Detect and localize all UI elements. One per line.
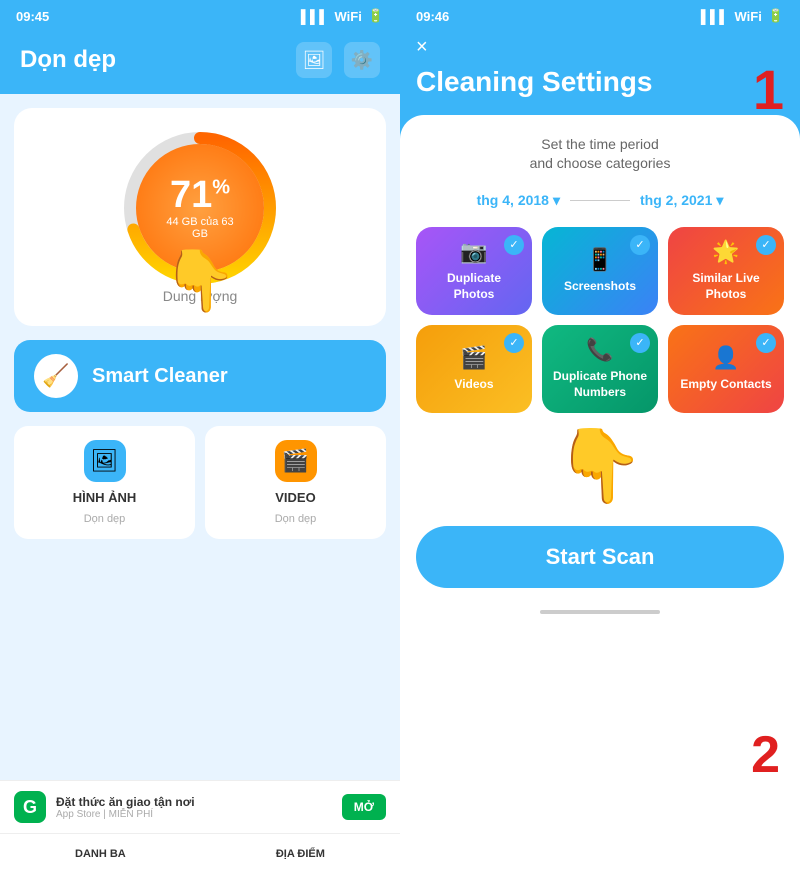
ad-logo: G bbox=[14, 791, 46, 823]
bottom-tabs: DANH BA ĐỊA ĐIỂM bbox=[0, 833, 400, 873]
tab-dia-diem[interactable]: ĐỊA ĐIỂM bbox=[276, 848, 325, 860]
category-videos[interactable]: ✓ 🎬 Videos bbox=[416, 325, 532, 413]
left-status-bar: 09:45 ▌▌▌ WiFi 🔋 bbox=[0, 0, 400, 32]
image-feature-title: HÌNH ẢNH bbox=[73, 490, 137, 505]
check-similar-live: ✓ bbox=[756, 235, 776, 255]
similar-live-label: Similar Live Photos bbox=[678, 271, 774, 302]
left-title: Dọn dẹp bbox=[20, 46, 116, 74]
ad-subtitle: App Store | MIỄN PHÍ bbox=[56, 809, 332, 820]
check-empty-contacts: ✓ bbox=[756, 333, 776, 353]
home-indicator bbox=[416, 602, 784, 622]
videos-icon: 🎬 bbox=[460, 345, 487, 371]
category-screenshots[interactable]: ✓ 📱 Screenshots bbox=[542, 227, 658, 315]
feature-grid: 🖼 HÌNH ẢNH Dọn dẹp 🎬 VIDEO Dọn dẹp bbox=[14, 426, 386, 539]
ad-title: Đặt thức ăn giao tận nơi bbox=[56, 795, 332, 809]
phone-icon: 📞 bbox=[586, 337, 613, 363]
category-empty-contacts[interactable]: ✓ 👤 Empty Contacts bbox=[668, 325, 784, 413]
storage-card: 71% 44 GB của 63 GB Dung lượng 👇 bbox=[14, 108, 386, 326]
close-button[interactable]: × bbox=[416, 36, 428, 59]
percent-unit: % bbox=[212, 176, 230, 198]
right-content: Set the time periodand choose categories… bbox=[400, 115, 800, 873]
step2-number: 2 bbox=[751, 725, 780, 785]
check-screenshots: ✓ bbox=[630, 235, 650, 255]
image-feature[interactable]: 🖼 HÌNH ẢNH Dọn dẹp bbox=[14, 426, 195, 539]
ad-bar: G Đặt thức ăn giao tận nơi App Store | M… bbox=[0, 780, 400, 833]
image-feature-icon: 🖼 bbox=[84, 440, 126, 482]
tab-danh-ba[interactable]: DANH BA bbox=[75, 848, 126, 860]
live-photos-icon: 🌟 bbox=[712, 239, 739, 265]
circle-inner: 71% 44 GB của 63 GB bbox=[160, 176, 240, 240]
of-text: của bbox=[201, 216, 219, 228]
right-wifi-icon: WiFi bbox=[734, 9, 761, 24]
settings-icon[interactable]: ⚙️ bbox=[344, 42, 380, 78]
category-duplicate-photos[interactable]: ✓ 📷 Duplicate Photos bbox=[416, 227, 532, 315]
ad-button[interactable]: MỞ bbox=[342, 794, 386, 820]
wifi-icon: WiFi bbox=[334, 9, 361, 24]
category-duplicate-phone[interactable]: ✓ 📞 Duplicate Phone Numbers bbox=[542, 325, 658, 413]
home-bar bbox=[540, 610, 660, 614]
used-gb: 44 GB bbox=[166, 216, 197, 228]
chevron-down-icon: ▾ bbox=[553, 192, 560, 209]
date-to[interactable]: thg 2, 2021 ▾ bbox=[640, 192, 723, 209]
start-scan-button[interactable]: Start Scan bbox=[416, 526, 784, 588]
left-status-time: 09:45 bbox=[16, 9, 49, 24]
left-status-icons: ▌▌▌ WiFi 🔋 bbox=[301, 8, 384, 24]
empty-contacts-label: Empty Contacts bbox=[680, 377, 771, 393]
video-feature-title: VIDEO bbox=[275, 490, 315, 505]
chevron-down-icon-2: ▾ bbox=[716, 192, 723, 209]
left-panel: 09:45 ▌▌▌ WiFi 🔋 Dọn dẹp 🖼 ⚙️ bbox=[0, 0, 400, 873]
battery-icon: 🔋 bbox=[368, 8, 384, 24]
signal-icon: ▌▌▌ bbox=[301, 9, 329, 24]
video-feature-subtitle: Dọn dẹp bbox=[275, 513, 317, 525]
date-line bbox=[570, 200, 630, 201]
video-feature-icon: 🎬 bbox=[275, 440, 317, 482]
smart-cleaner-label: Smart Cleaner bbox=[92, 365, 228, 388]
videos-label: Videos bbox=[454, 377, 493, 393]
left-header: Dọn dẹp 🖼 ⚙️ bbox=[0, 32, 400, 94]
image-icon[interactable]: 🖼 bbox=[296, 42, 332, 78]
screenshots-icon: 📱 bbox=[586, 247, 613, 273]
right-signal-icon: ▌▌▌ bbox=[701, 9, 729, 24]
check-duplicate-photos: ✓ bbox=[504, 235, 524, 255]
right-header: × Cleaning Settings 1 bbox=[400, 32, 800, 115]
hand-pointer-right: 👇 bbox=[416, 423, 784, 508]
check-videos: ✓ bbox=[504, 333, 524, 353]
duplicate-photos-icon: 📷 bbox=[460, 239, 487, 265]
right-panel: 09:46 ▌▌▌ WiFi 🔋 × Cleaning Settings 1 S… bbox=[400, 0, 800, 873]
date-from[interactable]: thg 4, 2018 ▾ bbox=[477, 192, 560, 209]
right-battery-icon: 🔋 bbox=[768, 8, 784, 24]
header-icons: 🖼 ⚙️ bbox=[296, 42, 380, 78]
hand-pointer-left: 👇 bbox=[163, 245, 238, 316]
right-status-bar: 09:46 ▌▌▌ WiFi 🔋 bbox=[400, 0, 800, 32]
category-grid: ✓ 📷 Duplicate Photos ✓ 📱 Screenshots ✓ 🌟… bbox=[416, 227, 784, 413]
smart-cleaner-button[interactable]: 🧹 Smart Cleaner bbox=[14, 340, 386, 412]
contacts-icon: 👤 bbox=[712, 345, 739, 371]
percent-value: 71 bbox=[170, 174, 212, 216]
right-title: Cleaning Settings bbox=[416, 65, 784, 99]
date-range: thg 4, 2018 ▾ thg 2, 2021 ▾ bbox=[416, 188, 784, 213]
image-feature-subtitle: Dọn dẹp bbox=[84, 513, 126, 525]
settings-subtitle: Set the time periodand choose categories bbox=[416, 135, 784, 174]
ad-text: Đặt thức ăn giao tận nơi App Store | MIỄ… bbox=[56, 795, 332, 820]
right-status-time: 09:46 bbox=[416, 9, 449, 24]
screenshots-label: Screenshots bbox=[564, 279, 636, 295]
right-status-icons: ▌▌▌ WiFi 🔋 bbox=[701, 8, 784, 24]
category-similar-live-photos[interactable]: ✓ 🌟 Similar Live Photos bbox=[668, 227, 784, 315]
duplicate-phone-label: Duplicate Phone Numbers bbox=[552, 369, 648, 400]
smart-cleaner-icon: 🧹 bbox=[34, 354, 78, 398]
duplicate-photos-label: Duplicate Photos bbox=[426, 271, 522, 302]
check-duplicate-phone: ✓ bbox=[630, 333, 650, 353]
video-feature[interactable]: 🎬 VIDEO Dọn dẹp bbox=[205, 426, 386, 539]
step1-number: 1 bbox=[753, 62, 784, 118]
